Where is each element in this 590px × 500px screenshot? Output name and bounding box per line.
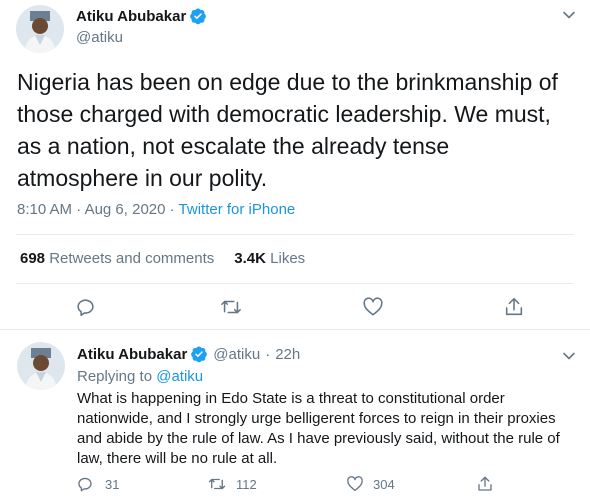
like-icon[interactable] <box>362 296 384 318</box>
retweet-count: 112 <box>236 476 257 492</box>
share-icon[interactable] <box>503 296 525 318</box>
meta-separator: · <box>265 345 271 363</box>
reply-tweet[interactable]: Atiku Abubakar @atiku · 22h Replying to … <box>0 331 590 500</box>
like-button[interactable]: 304 <box>346 475 395 493</box>
meta-separator: · <box>169 201 175 218</box>
chevron-down-icon[interactable] <box>558 345 580 367</box>
tweet-date[interactable]: Aug 6, 2020 <box>85 201 166 218</box>
avatar[interactable] <box>16 5 64 53</box>
author-handle[interactable]: @atiku <box>76 29 207 46</box>
likes-label: Likes <box>270 250 306 267</box>
reply-button[interactable]: 31 <box>78 475 119 493</box>
verified-badge-icon <box>189 7 207 25</box>
verified-badge-icon <box>190 345 208 363</box>
meta-separator: · <box>76 201 82 218</box>
retweet-icon[interactable] <box>219 296 243 318</box>
tweet-stats: 698 Retweets and comments 3.4K Likes <box>20 250 305 267</box>
reply-icon[interactable] <box>77 296 99 318</box>
author-handle[interactable]: @atiku <box>213 346 260 363</box>
tweet-actions: 31 112 304 <box>0 475 590 497</box>
chevron-down-icon[interactable] <box>558 4 580 26</box>
share-icon[interactable] <box>476 475 494 493</box>
replying-to: Replying to @atiku <box>77 368 203 385</box>
tweet-text: Nigeria has been on edge due to the brin… <box>17 69 558 191</box>
replying-mention-link[interactable]: @atiku <box>156 368 203 385</box>
main-tweet: Atiku Abubakar @atiku Nigeria has been o… <box>0 0 590 330</box>
retweets-stat[interactable]: 698 Retweets and comments <box>20 250 214 267</box>
tweet-source-link[interactable]: Twitter for iPhone <box>179 201 296 218</box>
avatar[interactable] <box>17 342 65 390</box>
retweet-icon <box>207 475 227 493</box>
author-name[interactable]: Atiku Abubakar <box>77 346 187 363</box>
like-count: 304 <box>373 476 395 492</box>
tweet-actions <box>0 296 590 320</box>
reply-count: 31 <box>105 476 120 492</box>
reply-icon <box>78 475 96 493</box>
likes-stat[interactable]: 3.4K Likes <box>234 250 305 267</box>
replying-label: Replying to <box>77 368 153 385</box>
retweet-button[interactable]: 112 <box>207 475 257 493</box>
tweet-age[interactable]: 22h <box>275 346 300 363</box>
author-name[interactable]: Atiku Abubakar <box>76 8 186 25</box>
retweets-label: Retweets and comments <box>49 250 215 267</box>
divider <box>16 283 574 284</box>
author-block: Atiku Abubakar @atiku <box>76 6 207 46</box>
tweet-time[interactable]: 8:10 AM <box>17 201 72 218</box>
tweet-meta: 8:10 AM · Aug 6, 2020 · Twitter for iPho… <box>17 201 295 218</box>
reply-header: Atiku Abubakar @atiku · 22h <box>77 345 300 363</box>
like-icon <box>346 475 364 493</box>
likes-count: 3.4K <box>234 250 266 267</box>
retweets-count: 698 <box>20 250 46 267</box>
divider <box>16 234 574 235</box>
tweet-text: What is happening in Edo State is a thre… <box>77 390 560 467</box>
